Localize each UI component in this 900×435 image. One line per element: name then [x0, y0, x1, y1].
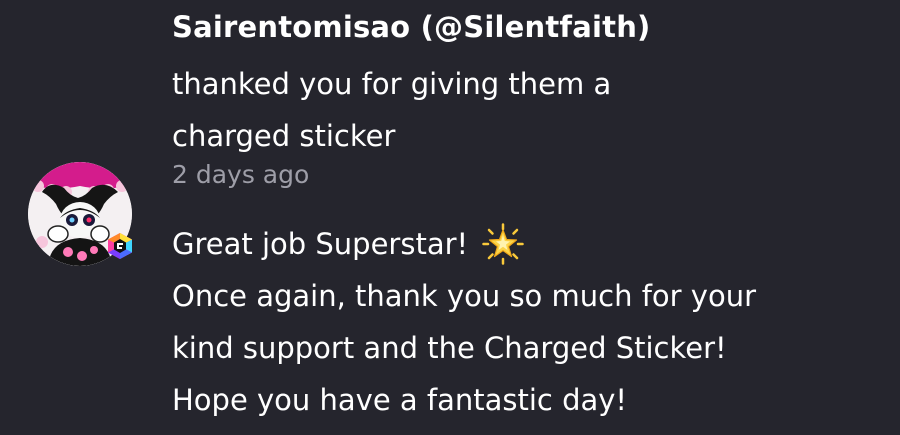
message-line: kind support and the Charged Sticker!: [172, 331, 727, 365]
action-text: thanked you for giving them a charged st…: [172, 67, 612, 153]
message-line: Hope you have a fantastic day!: [172, 383, 628, 417]
user-avatar[interactable]: [28, 162, 134, 268]
glowing-star-icon: [482, 223, 524, 265]
message-line-text: Great job Superstar!: [172, 227, 469, 261]
message-line: Great job Superstar!: [172, 218, 892, 270]
timestamp: 2 days ago: [172, 160, 310, 189]
level-badge-icon: [106, 232, 134, 260]
message-line: Once again, thank you so much for your: [172, 279, 756, 313]
thank-you-message: Great job Superstar! Once again, thank y…: [172, 218, 892, 426]
user-name[interactable]: Sairentomisao (@Silentfaith): [172, 10, 651, 44]
thank-you-notification[interactable]: Sairentomisao (@Silentfaith) thanked you…: [0, 0, 900, 435]
